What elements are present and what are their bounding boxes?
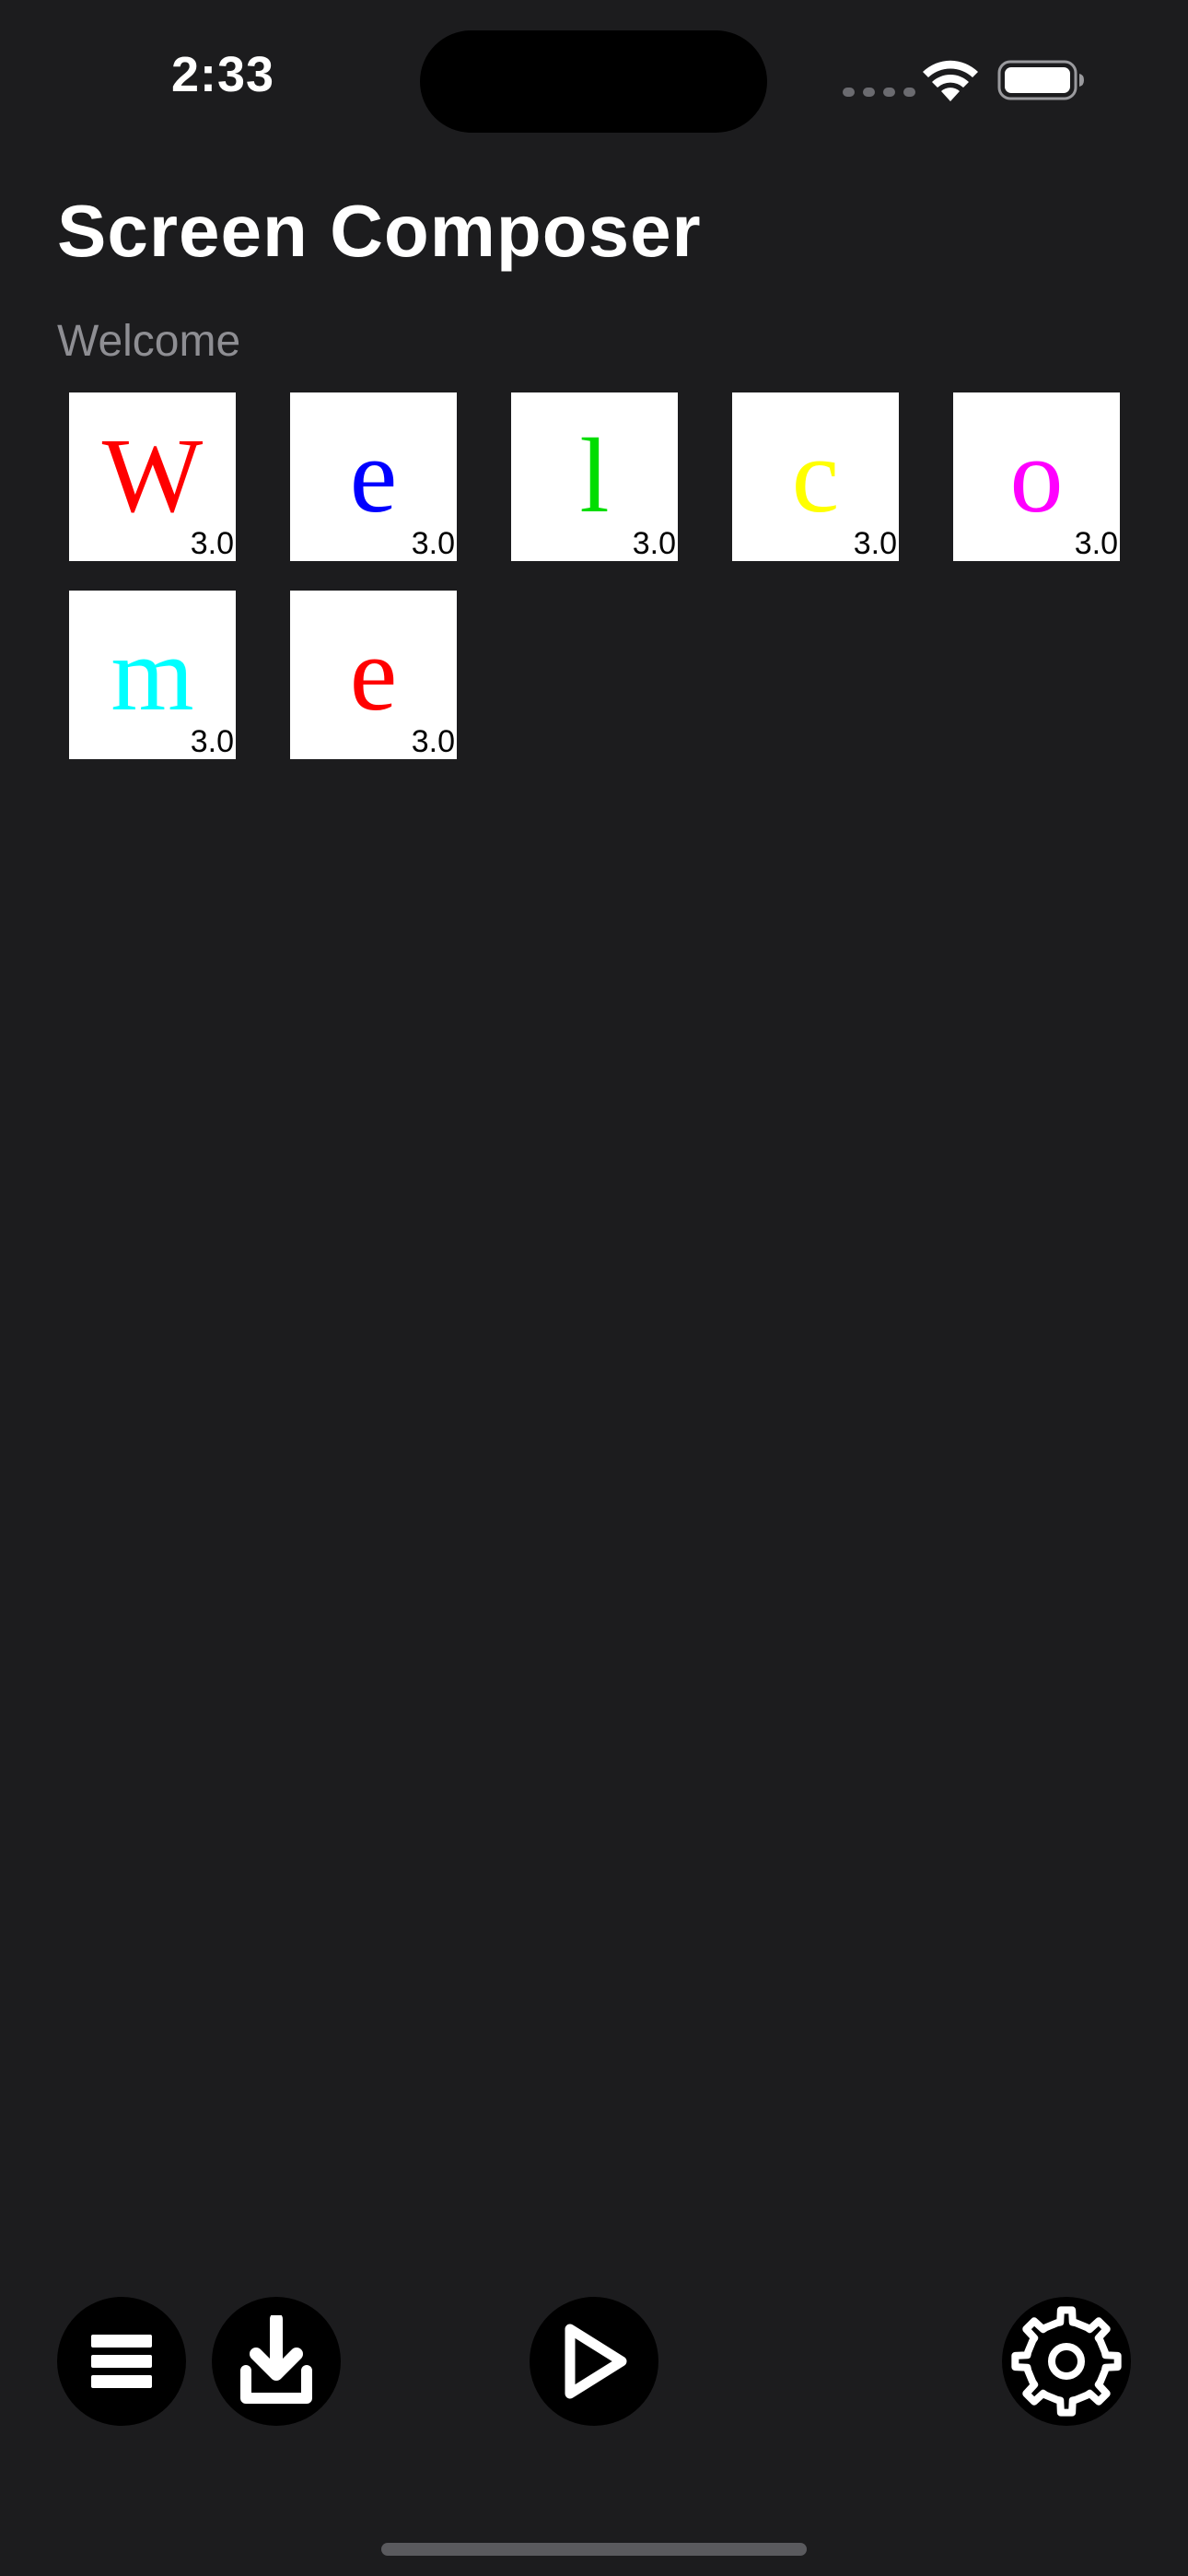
tile-duration: 3.0 bbox=[190, 526, 234, 561]
download-icon bbox=[240, 2315, 312, 2404]
tile-grid: W 3.0 e 3.0 l 3.0 c 3.0 o 3.0 m 3.0 e 3.… bbox=[69, 392, 1120, 759]
tile-duration: 3.0 bbox=[632, 526, 676, 561]
tile-duration: 3.0 bbox=[411, 724, 455, 759]
page-title: Screen Composer bbox=[57, 190, 702, 272]
wifi-icon bbox=[923, 60, 978, 101]
play-button[interactable] bbox=[530, 2297, 658, 2426]
status-time: 2:33 bbox=[170, 47, 275, 102]
gear-icon bbox=[1011, 2306, 1122, 2417]
tile-duration: 3.0 bbox=[853, 526, 897, 561]
list-icon bbox=[91, 2335, 152, 2388]
download-button[interactable] bbox=[212, 2297, 341, 2426]
tile-duration: 3.0 bbox=[1074, 526, 1118, 561]
cellular-signal-icon bbox=[843, 88, 915, 97]
play-icon bbox=[565, 2324, 627, 2399]
dynamic-island bbox=[420, 30, 767, 133]
letter-tile[interactable]: o 3.0 bbox=[953, 392, 1120, 561]
letter-tile[interactable]: c 3.0 bbox=[732, 392, 899, 561]
letter-tile[interactable]: e 3.0 bbox=[290, 392, 457, 561]
status-bar: 2:33 bbox=[0, 0, 1188, 157]
home-indicator bbox=[381, 2543, 807, 2556]
tile-duration: 3.0 bbox=[411, 526, 455, 561]
letter-tile[interactable]: e 3.0 bbox=[290, 591, 457, 759]
battery-icon bbox=[997, 60, 1084, 100]
letter-tile[interactable]: W 3.0 bbox=[69, 392, 236, 561]
menu-button[interactable] bbox=[57, 2297, 186, 2426]
letter-tile[interactable]: l 3.0 bbox=[511, 392, 678, 561]
tile-duration: 3.0 bbox=[190, 724, 234, 759]
letter-tile[interactable]: m 3.0 bbox=[69, 591, 236, 759]
settings-button[interactable] bbox=[1002, 2297, 1131, 2426]
page-subtitle: Welcome bbox=[57, 317, 241, 366]
